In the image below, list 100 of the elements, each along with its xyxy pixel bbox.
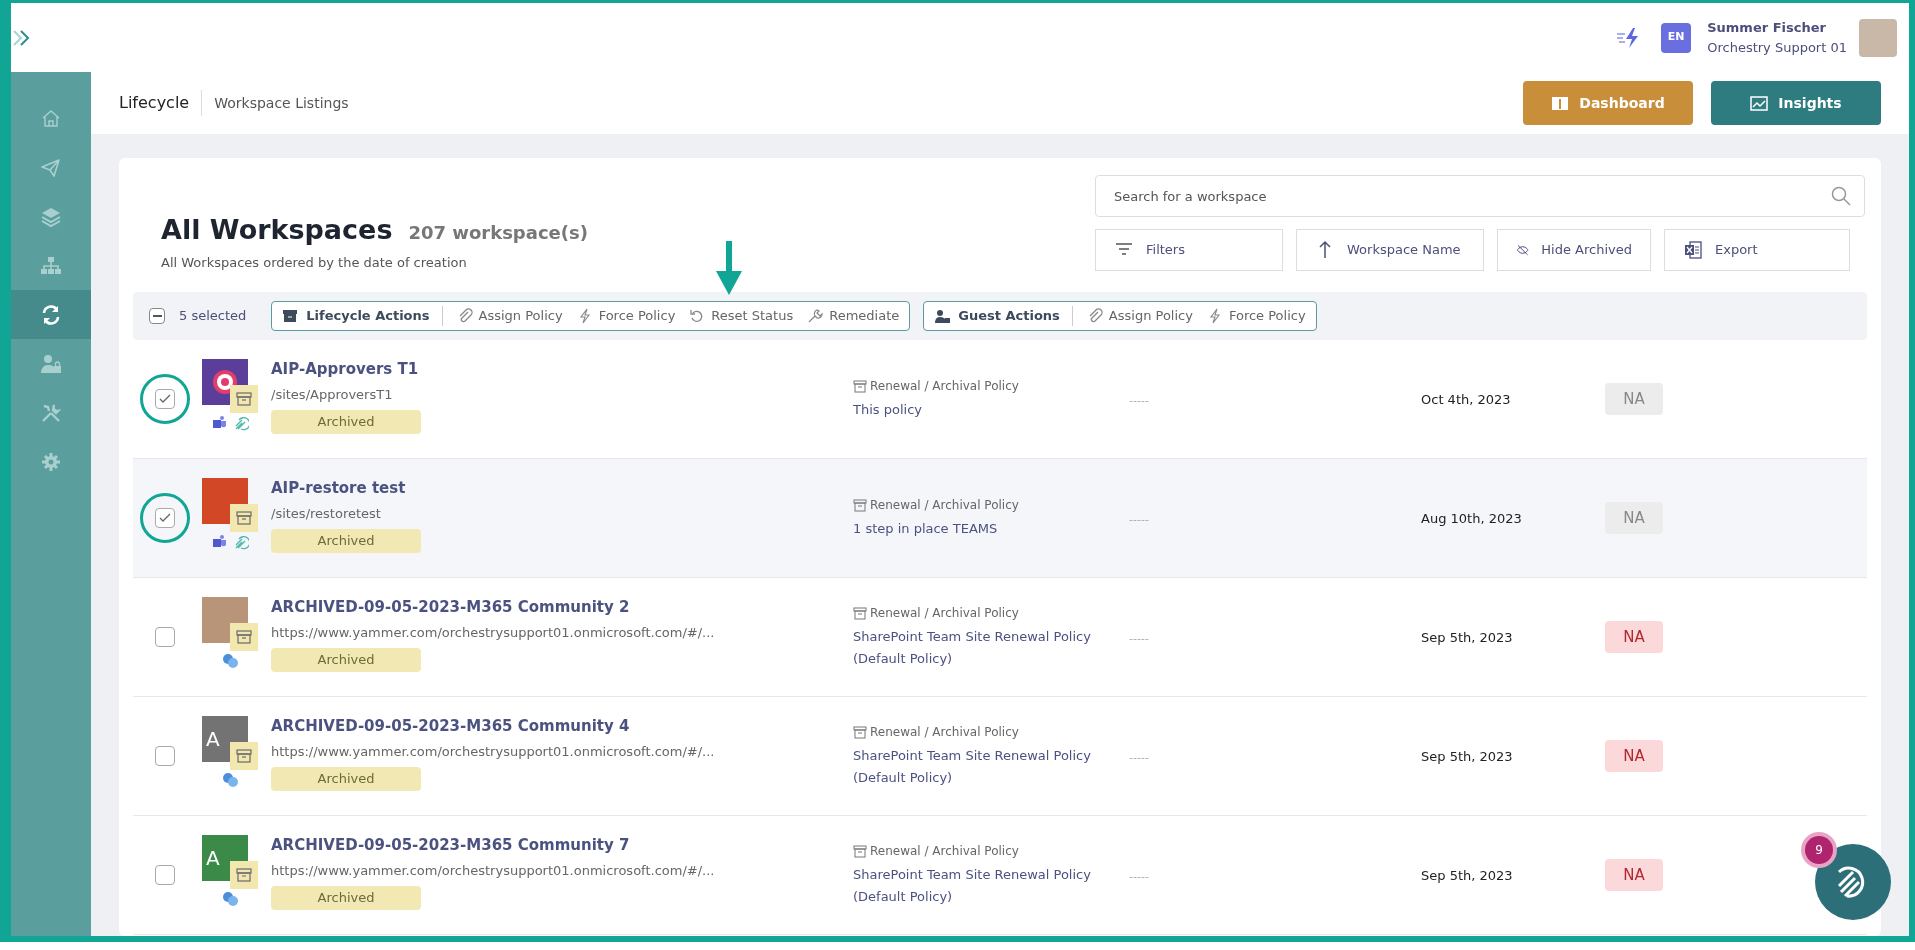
- status-badge: Archived: [271, 648, 421, 672]
- toolbar-button[interactable]: Workspace Name: [1296, 229, 1484, 271]
- user-lock-icon: [40, 352, 62, 375]
- created-date: Sep 5th, 2023: [1421, 630, 1513, 645]
- archive-icon: [230, 623, 258, 651]
- action-button[interactable]: Force Policy: [576, 306, 676, 326]
- status-tag: NA: [1605, 502, 1663, 534]
- dashboard-icon: [1551, 94, 1570, 112]
- yammer-icon: [222, 772, 238, 788]
- action-button[interactable]: Assign Policy: [456, 306, 563, 326]
- page-subtitle: All Workspaces ordered by the date of creation: [161, 253, 468, 272]
- check-icon: [159, 513, 171, 523]
- row-checkbox[interactable]: [155, 389, 175, 409]
- search-icon: [1831, 186, 1851, 206]
- row-checkbox[interactable]: [155, 746, 175, 766]
- sidebar-item[interactable]: [11, 290, 91, 339]
- empty-value: -----: [1129, 870, 1149, 883]
- notification-badge: 9: [1805, 836, 1833, 864]
- language-button[interactable]: EN: [1661, 22, 1692, 53]
- user-name: Summer Fischer: [1707, 19, 1827, 37]
- policy-type: Renewal / Archival Policy: [870, 843, 1019, 860]
- toolbar-button[interactable]: Hide Archived: [1497, 229, 1651, 271]
- workspace-name[interactable]: ARCHIVED-09-05-2023-M365 Community 2: [271, 596, 853, 619]
- action-button[interactable]: Assign Policy: [1086, 306, 1193, 326]
- toolbar-button[interactable]: Export: [1664, 229, 1850, 271]
- workspace-name[interactable]: AIP-Approvers T1: [271, 358, 853, 381]
- action-button[interactable]: Remediate: [807, 306, 900, 326]
- teams-icon: [211, 415, 227, 431]
- policy-link[interactable]: 1 step in place TEAMS: [853, 518, 1113, 540]
- status-badge: Archived: [271, 529, 421, 553]
- status-tag: NA: [1605, 621, 1663, 653]
- status-tag: NA: [1605, 859, 1663, 891]
- settings-icon: [40, 450, 62, 473]
- status-badge: Archived: [271, 410, 421, 434]
- policy-type: Renewal / Archival Policy: [870, 724, 1019, 741]
- status-badge: Archived: [271, 886, 421, 910]
- empty-value: -----: [1129, 632, 1149, 645]
- created-date: Sep 5th, 2023: [1421, 749, 1513, 764]
- selection-count: 5 selected: [179, 307, 247, 326]
- check-icon: [159, 394, 171, 404]
- spreadsheet-icon: [1683, 240, 1703, 260]
- archive-icon: [282, 308, 299, 324]
- toolbar-button[interactable]: Filters: [1095, 229, 1283, 271]
- empty-value: -----: [1129, 394, 1149, 407]
- archive-icon: [230, 504, 258, 532]
- yammer-icon: [222, 653, 238, 669]
- row-checkbox[interactable]: [155, 508, 175, 528]
- search-field[interactable]: Search for a workspace: [1095, 175, 1865, 217]
- empty-value: -----: [1129, 751, 1149, 764]
- policy-type: Renewal / Archival Policy: [870, 605, 1019, 622]
- user-organization: Orchestry Support 01: [1707, 38, 1847, 57]
- action-button[interactable]: Force Policy: [1206, 306, 1306, 326]
- created-date: Aug 10th, 2023: [1421, 511, 1522, 526]
- workspace-url: /sites/ApproversT1: [271, 385, 394, 404]
- paper-plane-icon: [40, 156, 62, 179]
- archive-icon: [853, 725, 867, 739]
- avatar-letter: A: [206, 845, 220, 872]
- breadcrumb-page[interactable]: Workspace Listings: [214, 92, 349, 114]
- workspace-url: https://www.yammer.com/orchestrysupport01.onmicrosoft.com/#/...: [271, 623, 716, 642]
- archive-icon: [853, 844, 867, 858]
- breadcrumb-section[interactable]: Lifecycle: [119, 91, 190, 115]
- policy-link[interactable]: This policy: [853, 399, 1113, 421]
- teams-icon: [211, 534, 227, 550]
- avatar[interactable]: [1859, 18, 1897, 57]
- action-group-button[interactable]: Guest Actions: [934, 306, 1073, 326]
- created-date: Oct 4th, 2023: [1421, 392, 1511, 407]
- workspace-name[interactable]: AIP-restore test: [271, 477, 853, 500]
- empty-value: -----: [1129, 513, 1149, 526]
- policy-link[interactable]: SharePoint Team Site Renewal Policy (Default Policy): [853, 864, 1113, 908]
- annotation-arrow: [716, 241, 742, 295]
- home-icon: [40, 107, 62, 130]
- row-checkbox[interactable]: [155, 865, 175, 885]
- swirl-icon: [233, 534, 249, 550]
- policy-type: Renewal / Archival Policy: [870, 378, 1019, 395]
- action-button[interactable]: Reset Status: [689, 306, 794, 326]
- policy-link[interactable]: SharePoint Team Site Renewal Policy (Default Policy): [853, 626, 1113, 670]
- hierarchy-icon: [40, 254, 62, 277]
- workspace-count: 207 workspace(s): [408, 221, 588, 245]
- select-all-checkbox[interactable]: [149, 308, 165, 324]
- policy-link[interactable]: SharePoint Team Site Renewal Policy (Default Policy): [853, 745, 1113, 789]
- archive-icon: [230, 385, 258, 413]
- created-date: Sep 5th, 2023: [1421, 868, 1513, 883]
- workspace-name[interactable]: ARCHIVED-09-05-2023-M365 Community 7: [271, 834, 853, 857]
- users-lock-icon: [934, 308, 951, 324]
- swirl-icon: [233, 415, 249, 431]
- workspace-url: /sites/restoretest: [271, 504, 382, 523]
- workspace-url: https://www.yammer.com/orchestrysupport01.onmicrosoft.com/#/...: [271, 742, 716, 761]
- status-tag: NA: [1605, 383, 1663, 415]
- workspace-name[interactable]: ARCHIVED-09-05-2023-M365 Community 4: [271, 715, 853, 738]
- archive-icon: [853, 379, 867, 393]
- archive-icon: [230, 861, 258, 889]
- action-group-button[interactable]: Lifecycle Actions: [282, 306, 443, 326]
- workspace-url: https://www.yammer.com/orchestrysupport01.onmicrosoft.com/#/...: [271, 861, 716, 880]
- yammer-icon: [222, 891, 238, 907]
- chart-icon: [1750, 94, 1769, 112]
- archive-icon: [853, 498, 867, 512]
- row-checkbox[interactable]: [155, 627, 175, 647]
- status-badge: Archived: [271, 767, 421, 791]
- layers-icon: [40, 205, 62, 228]
- insights-button[interactable]: Insights: [1711, 81, 1881, 125]
